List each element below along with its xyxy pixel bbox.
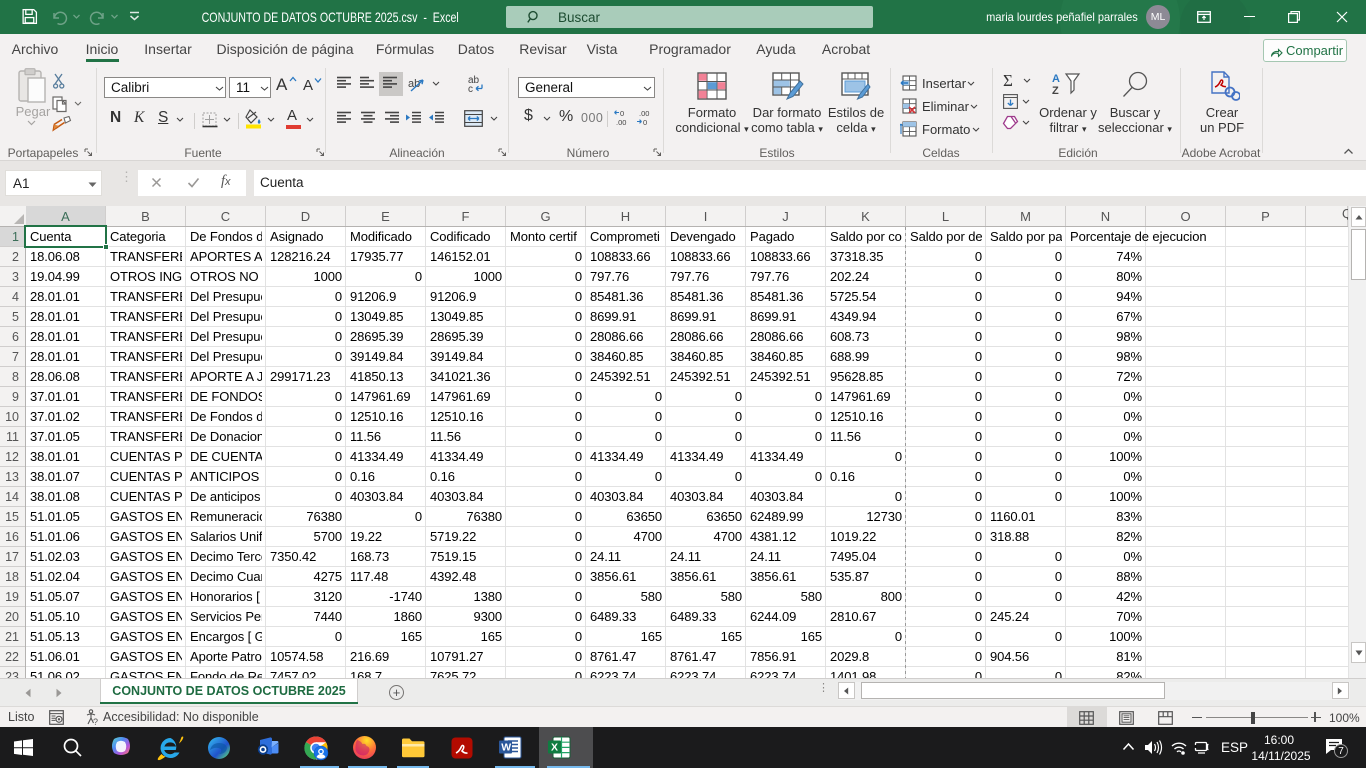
svg-text:.00: .00 [639, 109, 649, 118]
svg-text:0: 0 [620, 109, 624, 118]
svg-text:?: ? [93, 717, 98, 726]
svg-text:Z: Z [1052, 85, 1059, 96]
svg-text:c: c [468, 84, 473, 92]
svg-text:W: W [501, 742, 511, 754]
svg-text:X: X [551, 742, 558, 754]
svg-text:A: A [1052, 73, 1060, 85]
svg-text:0: 0 [643, 118, 647, 126]
svg-text:.00: .00 [616, 118, 626, 126]
